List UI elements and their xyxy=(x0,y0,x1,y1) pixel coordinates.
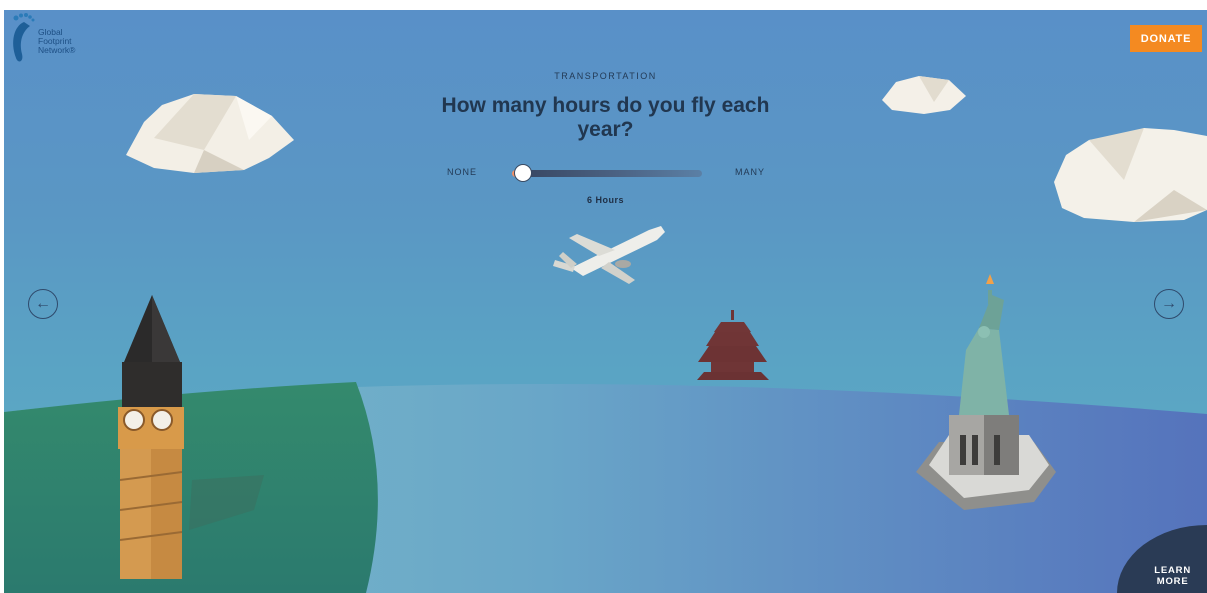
slider-min-label: NONE xyxy=(447,167,478,177)
questionnaire-stage: Global Footprint Network® DONATE TRANSPO… xyxy=(4,10,1207,593)
pagoda-icon xyxy=(697,310,769,380)
logo-text: Global Footprint Network® xyxy=(38,28,75,55)
footprint-icon xyxy=(13,13,35,62)
slider-track[interactable] xyxy=(514,170,702,177)
cloud-icon xyxy=(1054,128,1207,222)
learn-more-line: LEARN xyxy=(1154,565,1191,576)
donate-button[interactable]: DONATE xyxy=(1130,25,1202,52)
next-question-button[interactable]: → xyxy=(1154,289,1184,319)
globe-land xyxy=(4,382,378,593)
question-title: How many hours do you fly each year? xyxy=(441,94,770,141)
slider-max-label: MANY xyxy=(735,167,766,177)
airplane-icon xyxy=(553,226,665,284)
global-footprint-network-logo[interactable]: Global Footprint Network® xyxy=(8,12,88,66)
logo-line: Network® xyxy=(38,45,76,55)
cloud-icon xyxy=(126,94,294,173)
previous-question-button[interactable]: ← xyxy=(28,289,58,319)
learn-more-line: MORE xyxy=(1156,576,1189,587)
slider-value-text: 6 Hours xyxy=(586,195,624,205)
arrow-left-icon: ← xyxy=(35,295,51,312)
learn-more-label: LEARN MORE xyxy=(1154,565,1191,587)
cloud-icon xyxy=(882,76,966,114)
arrow-right-icon: → xyxy=(1161,295,1177,312)
category-label: TRANSPORTATION xyxy=(554,71,657,81)
statue-of-liberty-icon xyxy=(916,274,1056,510)
